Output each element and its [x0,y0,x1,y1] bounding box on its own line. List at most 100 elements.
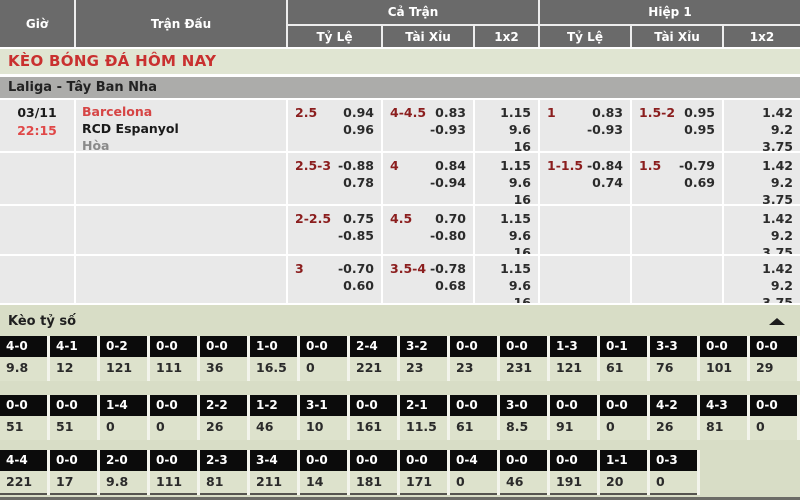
score-bet-cell[interactable]: 0-40 [450,450,500,495]
h1-handicap-odds[interactable]: 1-1.5 -0.840.74 [540,153,632,206]
score-bet-cell[interactable]: 0-029 [750,336,800,381]
score-bet-cell[interactable]: 0-0231 [500,336,550,381]
score-section-header: Kèo tỷ số [0,310,800,336]
score-label: 3-1 [300,395,347,416]
odds-table-header: Giờ Trận Đấu Cả Trận Hiệp 1 Tỷ Lệ Tài Xỉ… [0,0,800,47]
score-bet-cell[interactable]: 4-112 [50,336,100,381]
ft-handicap-odds[interactable]: 3 -0.700.60 [288,256,383,305]
score-bet-cell[interactable]: 0-0111 [150,336,200,381]
ft-1x2-odds[interactable]: 1.15 9.6 16 [475,256,540,305]
score-bet-cell[interactable]: 0-30 [650,450,700,495]
ft-1x2-odds[interactable]: 1.15 9.6 16 [475,100,540,153]
score-odds: 0 [750,416,797,440]
score-odds: 221 [0,471,47,495]
h1-1x2-odds[interactable]: 1.42 9.2 3.75 [724,206,800,256]
col-header-ft-1x2: 1x2 [475,26,540,47]
score-bet-cell[interactable]: 4-381 [700,395,750,440]
score-bet-cell[interactable]: 1-3121 [550,336,600,381]
empty-match-cell [76,206,288,256]
score-bet-cell[interactable]: 0-00 [600,395,650,440]
score-bet-cell[interactable]: 0-0101 [700,336,750,381]
score-bet-cell[interactable]: 1-40 [100,395,150,440]
score-bet-cell[interactable]: 0-091 [550,395,600,440]
odd-value: 0.83 [592,104,623,121]
score-label: 0-0 [350,395,397,416]
odd-value: 0.60 [343,277,374,294]
odd-value: -0.88 [338,157,374,174]
score-bet-cell[interactable]: 0-061 [450,395,500,440]
score-bet-cell[interactable]: 3-376 [650,336,700,381]
overunder-line: 1.5 [639,157,661,204]
score-bet-cell[interactable]: 2-226 [200,395,250,440]
h1-overunder-odds[interactable]: 1.5-2 0.950.95 [632,100,724,153]
score-label: 0-0 [550,450,597,471]
score-bet-cell[interactable]: 0-0161 [350,395,400,440]
ft-overunder-odds[interactable]: 4.5 0.70-0.80 [383,206,475,256]
score-bet-cell[interactable]: 2-09.8 [100,450,150,495]
score-bet-cell[interactable]: 2-381 [200,450,250,495]
odd-value: 0.94 [343,104,374,121]
h1-handicap-odds[interactable]: 1 0.83-0.93 [540,100,632,153]
score-bet-cell[interactable]: 3-08.5 [500,395,550,440]
odd-value: -0.70 [338,260,374,277]
score-bet-cell[interactable]: 0-0171 [400,450,450,495]
score-bet-cell[interactable]: 1-120 [600,450,650,495]
ft-overunder-odds[interactable]: 4 0.84-0.94 [383,153,475,206]
odd-value: 9.2 [771,121,793,138]
score-bet-cell[interactable]: 0-023 [450,336,500,381]
score-odds: 231 [500,357,547,381]
ft-overunder-odds[interactable]: 3.5-4 -0.780.68 [383,256,475,305]
odd-value: -0.93 [430,121,466,138]
score-bet-cell[interactable]: 0-00 [750,395,800,440]
score-bet-cell[interactable]: 0-051 [0,395,50,440]
score-bet-cell[interactable]: 1-246 [250,395,300,440]
score-odds: 23 [450,357,497,381]
score-label: 1-3 [550,336,597,357]
score-bet-cell[interactable]: 0-017 [50,450,100,495]
score-bet-cell[interactable]: 0-0191 [550,450,600,495]
h1-overunder-odds[interactable]: 1.5 -0.790.69 [632,153,724,206]
score-bet-cell[interactable]: 0-0181 [350,450,400,495]
score-bet-cell[interactable]: 0-046 [500,450,550,495]
score-label: 0-0 [450,395,497,416]
score-bet-cell[interactable]: 4-226 [650,395,700,440]
score-label: 0-0 [750,336,797,357]
score-bet-cell[interactable]: 3-223 [400,336,450,381]
score-bet-cell[interactable]: 0-014 [300,450,350,495]
odd-value: 1.42 [762,157,793,174]
score-bet-cell[interactable]: 4-4221 [0,450,50,495]
ft-handicap-odds[interactable]: 2.5 0.940.96 [288,100,383,153]
score-bet-cell[interactable]: 0-2121 [100,336,150,381]
score-bet-cell[interactable]: 0-036 [200,336,250,381]
ft-handicap-odds[interactable]: 2-2.5 0.75-0.85 [288,206,383,256]
score-bet-cell[interactable]: 0-051 [50,395,100,440]
score-bet-cell[interactable]: 0-00 [150,395,200,440]
h1-1x2-odds[interactable]: 1.42 9.2 3.75 [724,100,800,153]
collapse-icon[interactable] [769,318,785,325]
score-bet-cell[interactable]: 3-4211 [250,450,300,495]
score-odds: 46 [500,471,547,495]
score-bet-cell[interactable]: 0-00 [300,336,350,381]
score-odds: 51 [50,416,97,440]
score-bet-cell[interactable]: 1-016.5 [250,336,300,381]
h1-1x2-odds[interactable]: 1.42 9.2 3.75 [724,153,800,206]
handicap-line: 2.5 [295,104,317,151]
score-bet-cell[interactable]: 0-161 [600,336,650,381]
score-odds: 76 [650,357,697,381]
ft-handicap-odds[interactable]: 2.5-3 -0.880.78 [288,153,383,206]
handicap-line: 1-1.5 [547,157,583,204]
score-bet-cell[interactable]: 0-0111 [150,450,200,495]
ft-overunder-odds[interactable]: 4-4.5 0.83-0.93 [383,100,475,153]
score-bet-cell[interactable]: 4-09.8 [0,336,50,381]
score-bet-cell[interactable]: 2-4221 [350,336,400,381]
ft-1x2-odds[interactable]: 1.15 9.6 16 [475,206,540,256]
score-bet-cell[interactable]: 3-110 [300,395,350,440]
overunder-line: 3.5-4 [390,260,426,303]
h1-1x2-odds[interactable]: 1.42 9.2 3.75 [724,256,800,305]
score-odds: 111 [150,471,197,495]
odd-value: 0.95 [684,121,715,138]
score-odds: 9.8 [100,471,147,495]
score-bet-cell[interactable]: 2-111.5 [400,395,450,440]
ft-1x2-odds[interactable]: 1.15 9.6 16 [475,153,540,206]
home-team: Barcelona [82,103,286,120]
